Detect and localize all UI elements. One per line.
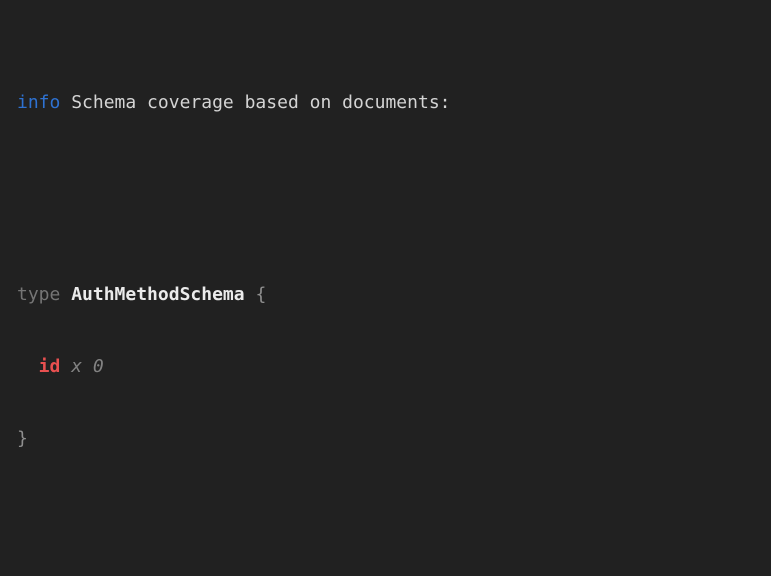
info-line: info Schema coverage based on documents:: [17, 91, 761, 115]
type-block-authmethodschema: type AuthMethodSchema { id x 0 }: [17, 235, 761, 499]
type-name: AuthMethodSchema: [71, 284, 244, 305]
field-line: id x 0: [17, 355, 761, 379]
type-keyword: type: [17, 284, 60, 305]
field-name: id: [39, 356, 61, 377]
info-label: info: [17, 92, 60, 113]
type-footer: }: [17, 427, 761, 451]
close-brace: }: [17, 428, 28, 449]
terminal-output[interactable]: info Schema coverage based on documents:…: [0, 0, 771, 576]
open-brace: {: [255, 284, 266, 305]
field-usage-count: x 0: [71, 356, 104, 377]
type-header: type AuthMethodSchema {: [17, 283, 761, 307]
info-message: Schema coverage based on documents:: [71, 92, 450, 113]
